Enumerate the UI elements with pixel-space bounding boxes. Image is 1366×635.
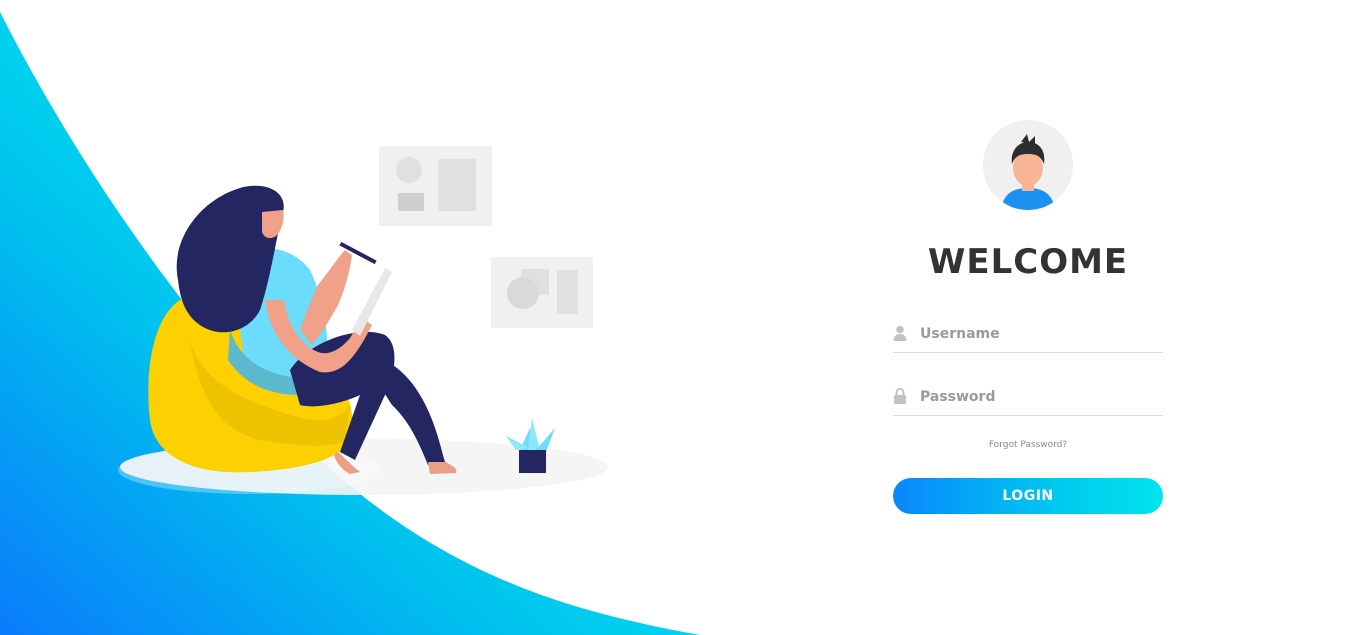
woman-reading-illustration — [118, 146, 608, 495]
login-panel: WELCOME Forgot Password? LOGIN — [893, 120, 1163, 520]
password-input[interactable] — [920, 383, 1160, 411]
wall-picture-2 — [491, 257, 593, 328]
username-input[interactable] — [920, 320, 1160, 348]
lock-icon — [894, 388, 906, 404]
wall-picture-1 — [379, 146, 492, 226]
user-icon — [893, 325, 907, 341]
username-field — [893, 320, 1163, 353]
login-page: WELCOME Forgot Password? LOGIN — [0, 0, 1366, 635]
password-field — [893, 383, 1163, 416]
welcome-title: WELCOME — [927, 242, 1129, 282]
forgot-password-link[interactable]: Forgot Password? — [893, 440, 1163, 450]
login-button[interactable]: LOGIN — [893, 478, 1163, 514]
user-avatar-icon — [983, 120, 1073, 210]
